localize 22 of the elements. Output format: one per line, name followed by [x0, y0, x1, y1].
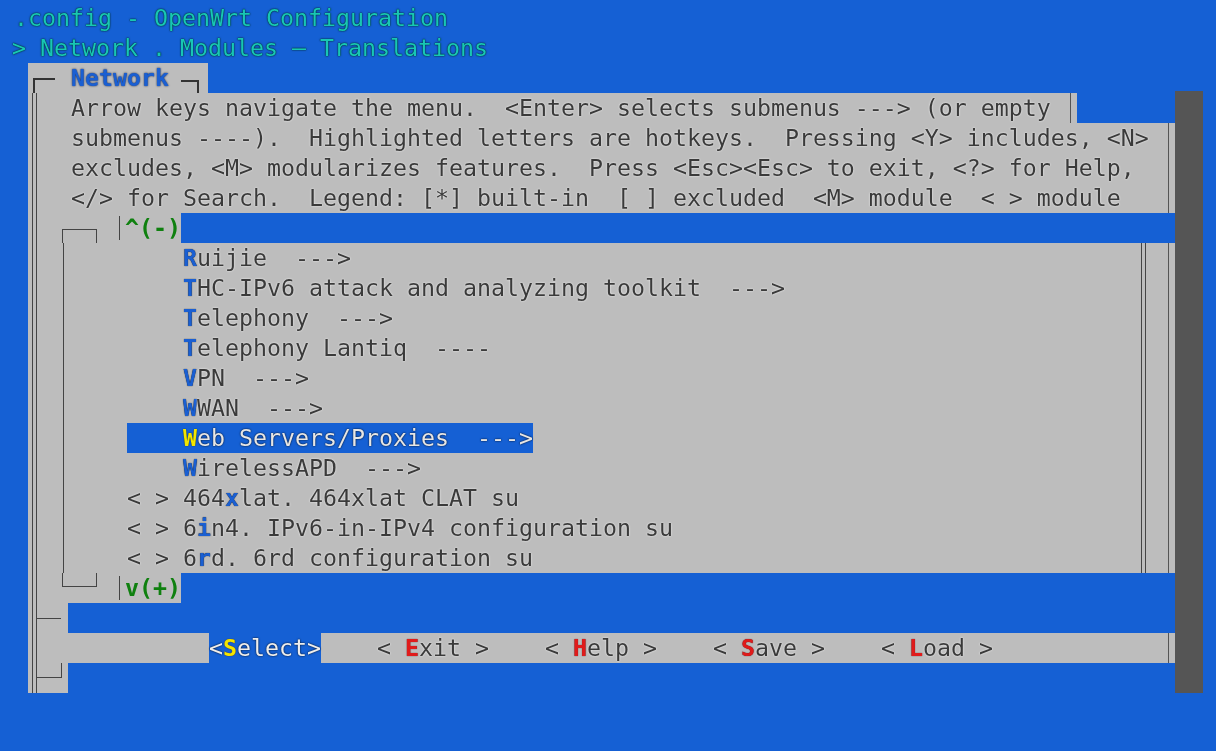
dialog-button[interactable]: < Load >	[881, 633, 993, 663]
help-text: submenus ----). Highlighted letters are hotkeys. Pressing <Y> includes, <N>	[71, 123, 1149, 153]
window-title: .config - OpenWrt Configuration	[14, 3, 448, 33]
menu-item[interactable]: Web Servers/Proxies --->	[127, 423, 533, 453]
help-text: Arrow keys navigate the menu. <Enter> selects submenus ---> (or empty	[71, 93, 1051, 123]
menu-item[interactable]: WWAN --->	[127, 393, 323, 423]
menu-item[interactable]: Ruijie --->	[127, 243, 351, 273]
module-toggle[interactable]: < >	[127, 483, 169, 513]
dialog-button[interactable]: <Select>	[209, 633, 321, 663]
scroll-down-indicator: v(+)	[125, 573, 181, 603]
dialog-button[interactable]: < Help >	[545, 633, 657, 663]
help-text: </> for Search. Legend: [*] built-in [ ] excluded <M> module < > module	[71, 183, 1121, 213]
help-text: excludes, <M> modularizes features. Press <Esc><Esc> to exit, <?> for Help,	[71, 153, 1135, 183]
scroll-up-indicator: ^(-)	[125, 213, 181, 243]
dialog-button[interactable]: < Save >	[713, 633, 825, 663]
module-toggle[interactable]: < >	[127, 513, 169, 543]
menu-item[interactable]: VPN --->	[127, 363, 309, 393]
dialog-button[interactable]: < Exit >	[377, 633, 489, 663]
frame-corner	[62, 573, 97, 587]
module-toggle[interactable]: < >	[127, 543, 169, 573]
dialog-title: Network	[71, 63, 169, 93]
breadcrumb: > Network . Modules — Translations	[12, 33, 488, 63]
